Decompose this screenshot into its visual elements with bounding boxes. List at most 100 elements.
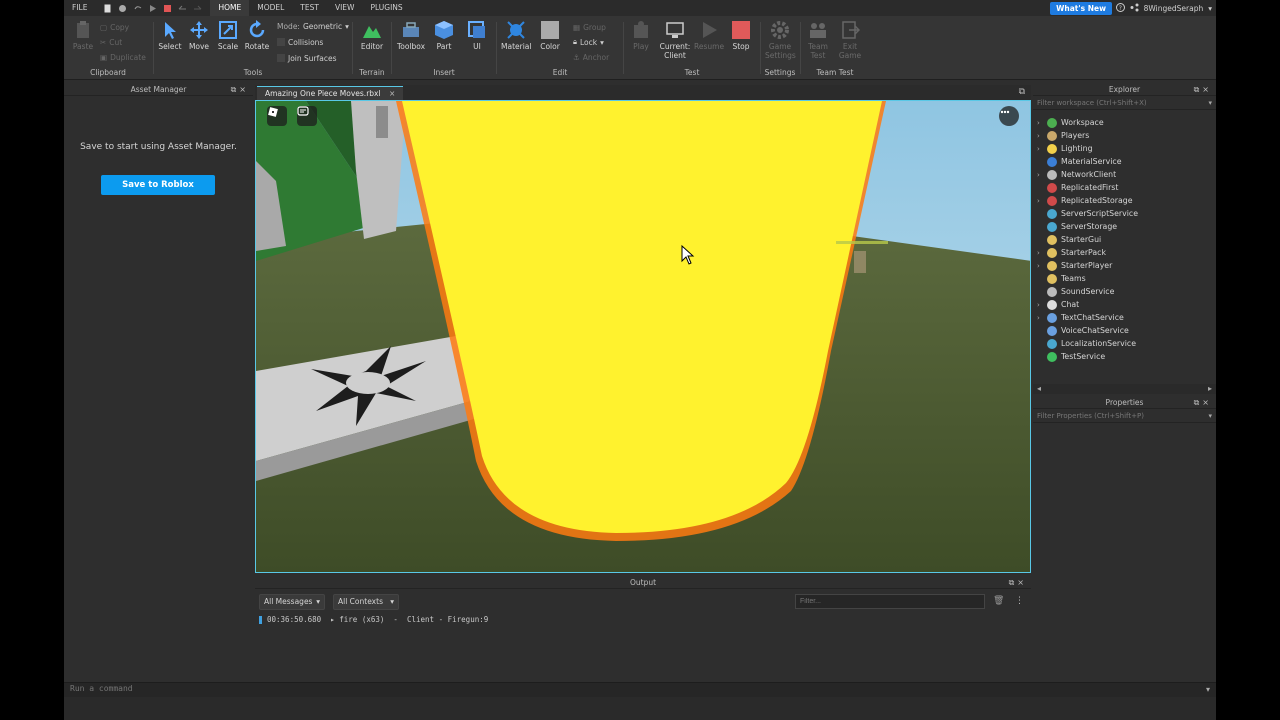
help-icon[interactable]: ?: [1115, 2, 1125, 14]
rotate-button[interactable]: Rotate: [242, 20, 272, 51]
explorer-item[interactable]: › Players: [1037, 129, 1089, 142]
menu-test[interactable]: TEST: [292, 0, 327, 16]
material-button[interactable]: Material: [501, 20, 531, 51]
explorer-item[interactable]: › Lighting: [1037, 142, 1093, 155]
panel-dock-close-icon[interactable]: ⧉×: [1009, 577, 1027, 589]
exit-game-button[interactable]: Exit Game: [835, 20, 865, 60]
save-to-roblox-button[interactable]: Save to Roblox: [101, 175, 215, 195]
scroll-right-icon[interactable]: ▸: [1208, 384, 1212, 393]
chevron-right-icon[interactable]: ›: [1037, 119, 1047, 127]
explorer-item[interactable]: ServerScriptService: [1037, 207, 1138, 220]
play-button[interactable]: Play: [626, 20, 656, 51]
panel-dock-close-icon[interactable]: ⧉×: [231, 84, 249, 96]
messages-filter-dropdown[interactable]: All Messages ▾: [259, 594, 325, 610]
explorer-item[interactable]: VoiceChatService: [1037, 324, 1129, 337]
current-client-button[interactable]: Current: Client: [658, 20, 692, 60]
lock-button[interactable]: 🔒︎ Lock ▾: [573, 36, 604, 48]
output-filter-input[interactable]: [795, 594, 985, 609]
ui-button[interactable]: UI: [462, 20, 492, 51]
explorer-item[interactable]: SoundService: [1037, 285, 1114, 298]
scale-button[interactable]: Scale: [213, 20, 243, 51]
explorer-item[interactable]: LocalizationService: [1037, 337, 1136, 350]
menu-home[interactable]: HOME: [210, 0, 250, 16]
redo-arrow-icon[interactable]: [193, 4, 202, 13]
select-button[interactable]: Select: [155, 20, 185, 51]
explorer-item[interactable]: › Chat: [1037, 298, 1079, 311]
explorer-item[interactable]: ReplicatedFirst: [1037, 181, 1118, 194]
menu-model[interactable]: MODEL: [249, 0, 292, 16]
team-test-button[interactable]: Team Test: [803, 20, 833, 60]
group-button[interactable]: ▦ Group: [573, 21, 606, 33]
menu-view[interactable]: VIEW: [327, 0, 363, 16]
color-button[interactable]: Color: [535, 20, 565, 51]
undo-arrow-icon[interactable]: [178, 4, 187, 13]
explorer-item[interactable]: › StarterPack: [1037, 246, 1106, 259]
stop-button[interactable]: Stop: [726, 20, 756, 51]
explorer-item[interactable]: Teams: [1037, 272, 1086, 285]
chevron-right-icon[interactable]: ›: [1037, 262, 1047, 270]
explorer-item[interactable]: › Workspace: [1037, 116, 1104, 129]
chevron-right-icon[interactable]: ›: [1037, 132, 1047, 140]
chevron-right-icon[interactable]: ›: [1037, 171, 1047, 179]
username[interactable]: 8WingedSeraph: [1144, 4, 1204, 13]
resume-button[interactable]: Resume: [694, 20, 724, 51]
chevron-right-icon[interactable]: ›: [1037, 145, 1047, 153]
game-viewport[interactable]: [255, 100, 1031, 573]
explorer-item[interactable]: › StarterPlayer: [1037, 259, 1112, 272]
game-settings-button[interactable]: Game Settings: [765, 20, 796, 60]
explorer-horizontal-scrollbar[interactable]: ◂ ▸: [1033, 384, 1216, 394]
chevron-down-icon[interactable]: ▾: [1208, 4, 1212, 13]
explorer-item[interactable]: ServerStorage: [1037, 220, 1117, 233]
popout-icon[interactable]: ⧉: [1019, 87, 1025, 97]
explorer-item[interactable]: StarterGui: [1037, 233, 1101, 246]
explorer-item[interactable]: TestService: [1037, 350, 1105, 363]
collisions-toggle[interactable]: Collisions: [277, 36, 323, 48]
explorer-item[interactable]: › TextChatService: [1037, 311, 1124, 324]
contexts-filter-dropdown[interactable]: All Contexts ▾: [333, 594, 399, 610]
explorer-item[interactable]: › NetworkClient: [1037, 168, 1116, 181]
scroll-left-icon[interactable]: ◂: [1037, 384, 1041, 393]
document-tab[interactable]: Amazing One Piece Moves.rbxl ×: [257, 86, 404, 100]
kebab-menu-icon[interactable]: ⋮: [1015, 596, 1024, 606]
explorer-filter-input[interactable]: Filter workspace (Ctrl+Shift+X) ▾: [1033, 96, 1216, 110]
command-input[interactable]: [70, 684, 1170, 693]
whats-new-label: What's New: [1056, 4, 1106, 13]
anchor-button[interactable]: ⚓︎ Anchor: [573, 51, 609, 63]
share-icon[interactable]: [1130, 3, 1139, 14]
join-surfaces-toggle[interactable]: Join Surfaces: [277, 52, 337, 64]
chevron-down-icon[interactable]: ▾: [1206, 685, 1210, 694]
explorer-item[interactable]: › ReplicatedStorage: [1037, 194, 1133, 207]
terrain-editor-button[interactable]: Editor: [357, 20, 387, 51]
close-tab-icon[interactable]: ×: [389, 89, 395, 98]
stop-icon[interactable]: [163, 4, 172, 13]
toolbox-button[interactable]: Toolbox: [396, 20, 426, 51]
more-options-button[interactable]: [999, 106, 1019, 126]
whats-new-button[interactable]: What's New: [1050, 2, 1112, 15]
menu-file[interactable]: FILE: [64, 0, 95, 16]
mode-selector[interactable]: Mode: Geometric ▾: [277, 20, 349, 32]
trash-icon[interactable]: 🗑︎: [993, 596, 1004, 606]
duplicate-button[interactable]: ▣ Duplicate: [100, 51, 146, 63]
service-icon: [1047, 325, 1057, 336]
open-icon[interactable]: [118, 4, 127, 13]
move-button[interactable]: Move: [184, 20, 214, 51]
cut-button[interactable]: ✂ Cut: [100, 36, 122, 48]
chevron-right-icon[interactable]: ›: [1037, 197, 1047, 205]
copy-button[interactable]: ▢ Copy: [100, 21, 129, 33]
chevron-right-icon[interactable]: ›: [1037, 301, 1047, 309]
output-log-entry[interactable]: 00:36:50.680 ▸ fire (x63) - Client - Fir…: [259, 615, 488, 624]
chevron-right-icon[interactable]: ›: [1037, 249, 1047, 257]
panel-dock-close-icon[interactable]: ⧉×: [1194, 84, 1212, 96]
roblox-menu-button[interactable]: [267, 106, 287, 126]
menu-plugins[interactable]: PLUGINS: [362, 0, 410, 16]
chat-button[interactable]: [297, 106, 317, 126]
properties-filter-input[interactable]: Filter Properties (Ctrl+Shift+P) ▾: [1033, 409, 1216, 423]
part-button[interactable]: Part: [429, 20, 459, 51]
chevron-right-icon[interactable]: ›: [1037, 314, 1047, 322]
new-file-icon[interactable]: [103, 4, 112, 13]
panel-dock-close-icon[interactable]: ⧉×: [1194, 397, 1212, 409]
play-icon[interactable]: [148, 4, 157, 13]
explorer-item[interactable]: MaterialService: [1037, 155, 1122, 168]
paste-button[interactable]: Paste: [68, 20, 98, 51]
undo-icon[interactable]: [133, 4, 142, 13]
